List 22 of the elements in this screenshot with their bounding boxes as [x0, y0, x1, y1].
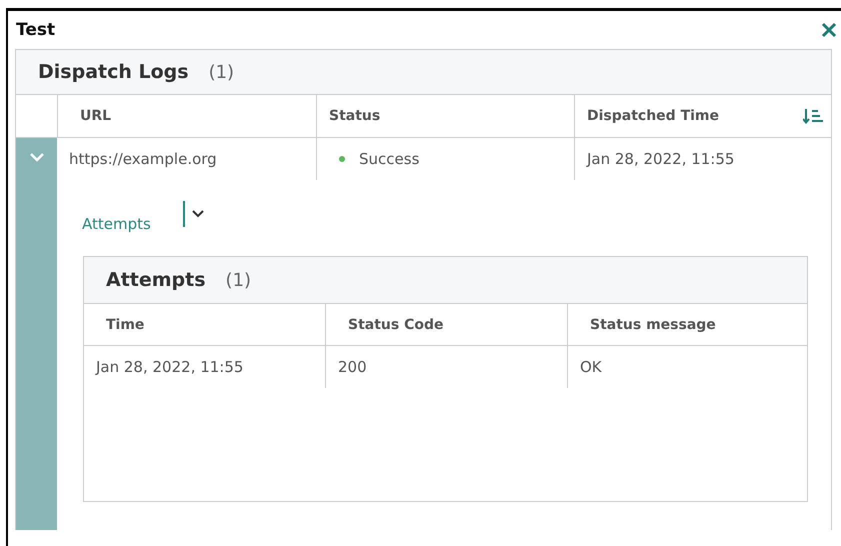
- column-header[interactable]: Status message: [567, 304, 807, 346]
- attempts-link[interactable]: Attempts: [82, 215, 151, 233]
- table-cell: OK: [567, 346, 807, 388]
- record-count: (1): [226, 270, 252, 290]
- column-header[interactable]: Time: [84, 304, 325, 346]
- close-icon[interactable]: [821, 22, 837, 38]
- column-header[interactable]: Status: [316, 95, 574, 137]
- panel-title: Attempts: [106, 269, 206, 291]
- column-header[interactable]: Dispatched Time: [574, 95, 831, 137]
- column-header[interactable]: Status Code: [325, 304, 567, 346]
- table-cell-text: https://example.org: [68, 149, 218, 170]
- chevron-icon[interactable]: [190, 209, 205, 219]
- status-text: Success: [359, 150, 420, 168]
- panel-title: Dispatch Logs: [38, 61, 189, 83]
- record-count: (1): [208, 62, 234, 82]
- chevron-icon: [30, 152, 44, 162]
- table-cell-text: Jan 28, 2022, 11:55: [94, 357, 244, 378]
- window-title: Test: [16, 20, 56, 40]
- table-cell: Jan 28, 2022, 11:55: [574, 138, 831, 180]
- sort-icon[interactable]: [803, 108, 823, 124]
- column-header[interactable]: URL: [57, 95, 316, 137]
- table-cell: 200: [325, 346, 567, 388]
